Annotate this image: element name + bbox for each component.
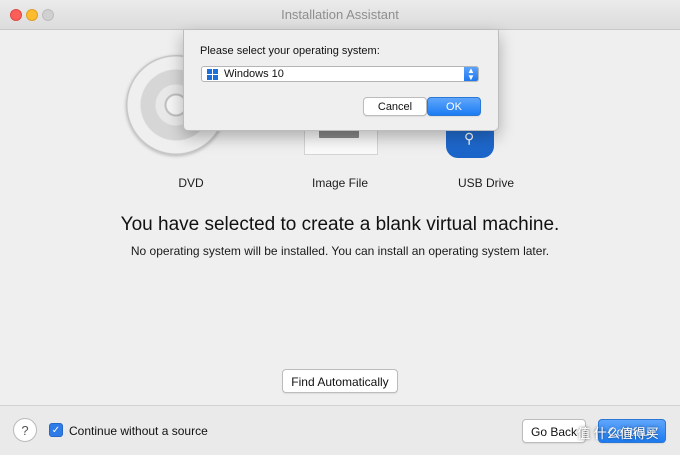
installation-assistant-window: Installation Assistant DVD Image File ⚲ … <box>0 0 680 455</box>
status-headline: You have selected to create a blank virt… <box>120 214 560 235</box>
continue-without-source-checkbox[interactable]: ✓ <box>49 423 63 437</box>
title-bar: Installation Assistant <box>0 0 680 30</box>
status-description: No operating system will be installed. Y… <box>130 244 550 258</box>
help-button[interactable]: ? <box>13 418 37 442</box>
cancel-button[interactable]: Cancel <box>363 97 427 116</box>
window-title: Installation Assistant <box>281 7 399 22</box>
os-prompt-label: Please select your operating system: <box>200 45 380 57</box>
os-select-value: Windows 10 <box>224 68 284 80</box>
windows-logo-icon <box>207 69 219 80</box>
os-selection-sheet: Please select your operating system: Win… <box>183 30 499 131</box>
source-label-usb-drive: USB Drive <box>457 176 514 190</box>
watermark-overlay: 值 什么值得买 <box>577 426 659 441</box>
continue-without-source-label[interactable]: Continue without a source <box>69 424 208 438</box>
source-label-image-file: Image File <box>311 176 369 190</box>
os-select-dropdown[interactable]: Windows 10 ▲ ▼ <box>201 66 479 82</box>
select-arrows-icon[interactable]: ▲ ▼ <box>464 67 478 82</box>
source-label-dvd: DVD <box>178 176 204 190</box>
find-automatically-button[interactable]: Find Automatically <box>282 369 398 393</box>
ok-button[interactable]: OK <box>427 97 481 116</box>
